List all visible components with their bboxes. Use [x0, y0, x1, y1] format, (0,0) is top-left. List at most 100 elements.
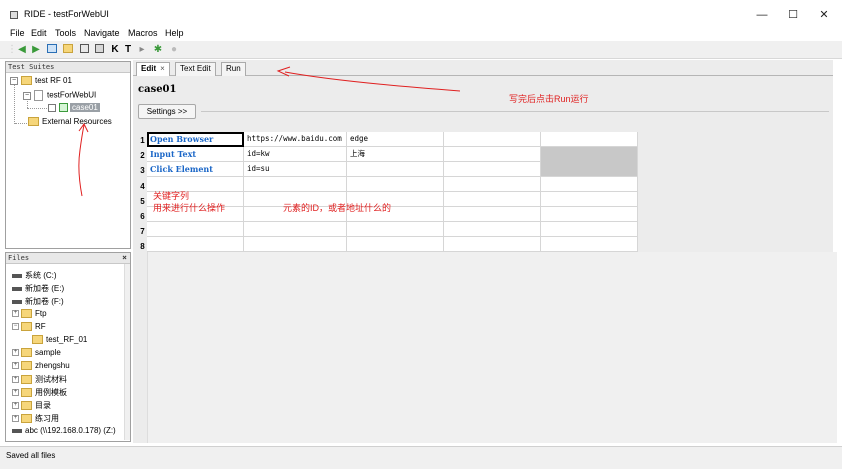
- collapse-icon[interactable]: −: [12, 323, 19, 331]
- grid-cell[interactable]: [444, 192, 541, 207]
- grid-cell[interactable]: [444, 237, 541, 252]
- grid-cell[interactable]: [541, 177, 638, 192]
- grid-cell[interactable]: [444, 147, 541, 162]
- editor-tabs: Edit × Text Edit Run: [133, 60, 833, 76]
- tree-item-testforwebui[interactable]: − testForWebUI: [23, 90, 96, 101]
- file-item[interactable]: + 目录: [12, 400, 51, 411]
- files-scrollbar[interactable]: [124, 264, 130, 440]
- new-project-icon[interactable]: [46, 44, 58, 56]
- file-item[interactable]: test_RF_01: [32, 335, 87, 345]
- tab-text-edit[interactable]: Text Edit: [175, 62, 216, 76]
- grid-cell[interactable]: [541, 207, 638, 222]
- grid-cell[interactable]: [347, 177, 444, 192]
- settings-button[interactable]: Settings >>: [138, 104, 196, 119]
- grid-cell[interactable]: [147, 222, 244, 237]
- file-item[interactable]: + 测试材料: [12, 374, 67, 385]
- file-item[interactable]: − RF: [12, 322, 46, 332]
- debug-icon[interactable]: ✱: [152, 44, 164, 56]
- file-item[interactable]: 新加卷 (F:): [12, 296, 64, 307]
- tree-item-test-rf-01[interactable]: − test RF 01: [10, 76, 72, 86]
- grid-cell[interactable]: id=kw: [244, 147, 347, 162]
- grid-cell[interactable]: [244, 222, 347, 237]
- grid-cell[interactable]: Open Browser: [147, 132, 244, 147]
- file-item[interactable]: + sample: [12, 348, 61, 358]
- grid-empty-area: [147, 252, 837, 443]
- file-item[interactable]: 新加卷 (E:): [12, 283, 64, 294]
- grid-cell[interactable]: Click Element: [147, 162, 244, 177]
- file-item[interactable]: abc (\\192.168.0.178) (Z:): [12, 426, 116, 435]
- folder-icon: [21, 322, 32, 332]
- stop-icon[interactable]: ●: [168, 44, 180, 56]
- grid-cell[interactable]: id=su: [244, 162, 347, 177]
- grid-cell[interactable]: [541, 147, 638, 177]
- grid-cell[interactable]: edge: [347, 132, 444, 147]
- forward-arrow-icon[interactable]: ▶: [30, 44, 42, 56]
- row-number: 8: [140, 242, 145, 251]
- save-all-icon[interactable]: [93, 44, 105, 56]
- grid-cell[interactable]: [541, 132, 638, 147]
- menu-macros[interactable]: Macros: [128, 28, 158, 38]
- folder-icon: [21, 348, 32, 358]
- expand-icon[interactable]: +: [12, 349, 19, 357]
- minimize-button[interactable]: —: [752, 8, 772, 22]
- grid-cell[interactable]: [347, 237, 444, 252]
- expand-icon[interactable]: +: [12, 415, 19, 423]
- tree-item-external-resources[interactable]: External Resources: [28, 117, 112, 127]
- close-button[interactable]: ✕: [814, 8, 834, 22]
- grid-cell[interactable]: [347, 162, 444, 177]
- file-item[interactable]: + 用例模板: [12, 387, 67, 398]
- keyword-icon[interactable]: K: [109, 44, 121, 56]
- grid-cell[interactable]: [147, 237, 244, 252]
- grid-cell[interactable]: [347, 222, 444, 237]
- expand-icon[interactable]: +: [12, 389, 19, 397]
- run-icon[interactable]: ▸: [136, 44, 148, 56]
- grid-cell[interactable]: [444, 222, 541, 237]
- expand-icon[interactable]: +: [12, 362, 19, 370]
- file-item-label: 新加卷 (E:): [25, 284, 65, 293]
- collapse-icon[interactable]: −: [10, 76, 18, 85]
- grid-cell[interactable]: 上海: [347, 147, 444, 162]
- expand-icon[interactable]: +: [12, 376, 19, 384]
- menu-file[interactable]: File: [10, 28, 25, 38]
- tree-item-case01[interactable]: case01: [48, 103, 100, 113]
- menu-navigate[interactable]: Navigate: [84, 28, 120, 38]
- file-item[interactable]: + 练习用: [12, 413, 59, 424]
- grid-cell[interactable]: [444, 177, 541, 192]
- file-item[interactable]: + Ftp: [12, 309, 47, 319]
- grid-cell[interactable]: [444, 132, 541, 147]
- grid-cell[interactable]: [244, 177, 347, 192]
- save-icon[interactable]: [78, 44, 90, 56]
- grid-cell[interactable]: [541, 237, 638, 252]
- case-checkbox[interactable]: [48, 103, 56, 112]
- file-item[interactable]: 系统 (C:): [12, 270, 57, 281]
- grid-cell[interactable]: [541, 222, 638, 237]
- grid-cell[interactable]: [244, 237, 347, 252]
- menu-edit[interactable]: Edit: [31, 28, 47, 38]
- file-item-label: RF: [35, 322, 46, 331]
- grid-cell[interactable]: https://www.baidu.com: [244, 132, 347, 147]
- expand-icon[interactable]: +: [12, 402, 19, 410]
- tree-guide: [14, 84, 15, 124]
- file-item[interactable]: + zhengshu: [12, 361, 70, 371]
- files-close-icon[interactable]: ×: [122, 252, 127, 263]
- maximize-button[interactable]: ☐: [783, 8, 803, 22]
- back-arrow-icon[interactable]: ◀: [16, 44, 28, 56]
- menu-help[interactable]: Help: [165, 28, 184, 38]
- open-folder-icon[interactable]: [62, 44, 74, 56]
- text-icon[interactable]: T: [122, 44, 134, 56]
- grid-cell[interactable]: [541, 192, 638, 207]
- folder-icon: [21, 388, 32, 398]
- row-number: 1: [140, 136, 145, 145]
- grid-cell[interactable]: [444, 162, 541, 177]
- drive-icon: [12, 273, 22, 278]
- collapse-icon[interactable]: −: [23, 91, 31, 100]
- tab-run[interactable]: Run: [221, 62, 246, 76]
- tab-close-icon[interactable]: ×: [160, 64, 165, 73]
- divider: [201, 111, 829, 112]
- menu-tools[interactable]: Tools: [55, 28, 76, 38]
- grid-cell[interactable]: [444, 207, 541, 222]
- grid-cell[interactable]: Input Text: [147, 147, 244, 162]
- expand-icon[interactable]: +: [12, 310, 19, 318]
- tab-edit[interactable]: Edit ×: [136, 62, 170, 76]
- tab-edit-label: Edit: [141, 64, 157, 73]
